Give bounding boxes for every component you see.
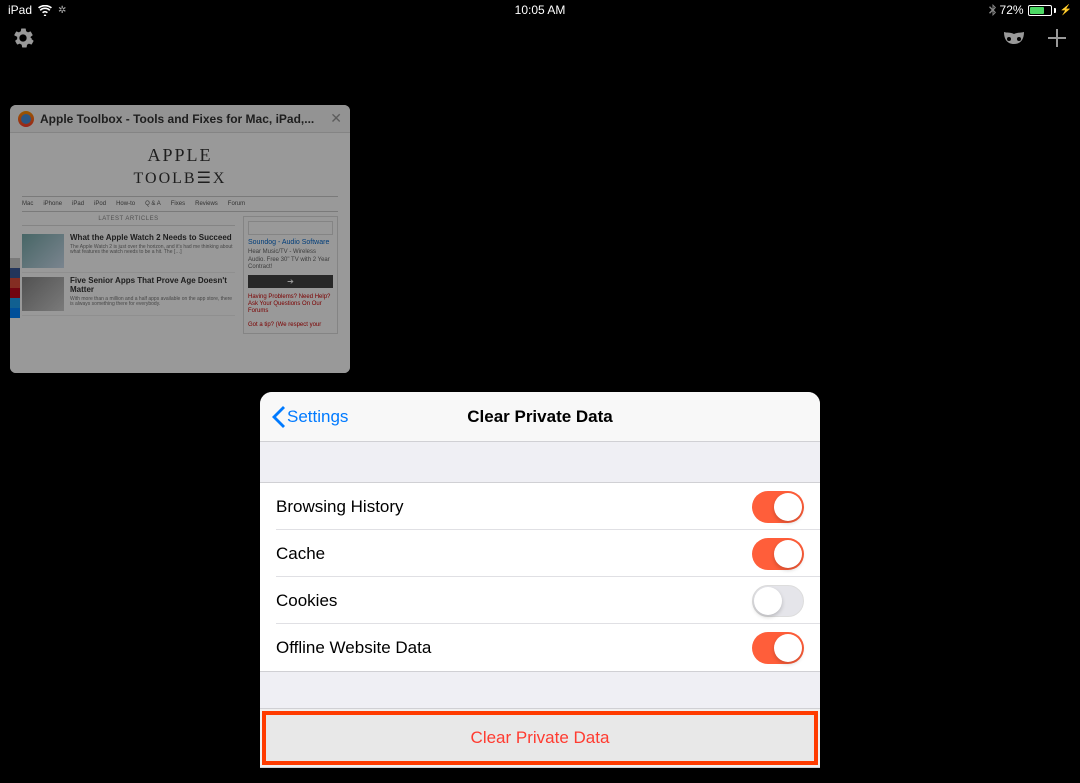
modal-title: Clear Private Data — [467, 407, 613, 427]
back-label: Settings — [287, 407, 348, 427]
nav-item: iPad — [72, 201, 84, 207]
status-time: 10:05 AM — [515, 3, 566, 17]
article-thumb — [22, 234, 64, 268]
toggle-cache[interactable] — [752, 538, 804, 570]
nav-item: Forum — [228, 201, 245, 207]
firefox-favicon — [18, 111, 34, 127]
article-desc: The Apple Watch 2 is just over the horiz… — [70, 245, 235, 256]
nav-item: iPhone — [43, 201, 62, 207]
nav-item: Mac — [22, 201, 33, 207]
tab-thumbnail[interactable]: Apple Toolbox - Tools and Fixes for Mac,… — [10, 105, 350, 373]
charging-icon: ⚡ — [1060, 5, 1072, 16]
options-list: Browsing History Cache Cookies Offline W… — [260, 482, 820, 672]
device-label: iPad — [8, 3, 32, 17]
row-label: Cache — [276, 544, 325, 564]
loading-icon: ✲ — [58, 5, 66, 16]
toggle-cookies[interactable] — [752, 585, 804, 617]
preview-article: What the Apple Watch 2 Needs to Succeed … — [22, 230, 235, 273]
ad-text: Hear Music/TV - Wireless Audio. Free 30"… — [248, 249, 333, 271]
action-section: Clear Private Data — [260, 708, 820, 768]
tab-header: Apple Toolbox - Tools and Fixes for Mac,… — [10, 105, 350, 133]
row-label: Browsing History — [276, 497, 404, 517]
article-title: Five Senior Apps That Prove Age Doesn't … — [70, 277, 235, 295]
social-strip — [10, 258, 20, 318]
row-cookies: Cookies — [260, 577, 820, 624]
preview-article: Five Senior Apps That Prove Age Doesn't … — [22, 273, 235, 316]
battery-icon — [1028, 5, 1056, 16]
close-icon[interactable]: ✕ — [330, 110, 342, 127]
plus-icon[interactable] — [1046, 27, 1068, 54]
article-title: What the Apple Watch 2 Needs to Succeed — [70, 234, 235, 243]
back-button[interactable]: Settings — [272, 406, 348, 428]
toggle-offline-data[interactable] — [752, 632, 804, 664]
ad-title: Soundog - Audio Software — [248, 239, 333, 247]
nav-item: Reviews — [195, 201, 218, 207]
preview-logo: APPLE — [22, 145, 338, 166]
clear-private-data-button[interactable]: Clear Private Data — [266, 715, 814, 761]
clear-data-modal: Settings Clear Private Data Browsing His… — [260, 392, 820, 768]
browser-toolbar — [0, 20, 1080, 60]
help-text: Having Problems? Need Help? Ask Your Que… — [248, 294, 333, 316]
tab-title: Apple Toolbox - Tools and Fixes for Mac,… — [40, 112, 324, 126]
article-desc: With more than a million and a half apps… — [70, 297, 235, 308]
preview-sidebar: Soundog - Audio Software Hear Music/TV -… — [243, 216, 338, 334]
row-browsing-history: Browsing History — [260, 483, 820, 530]
wifi-icon — [38, 5, 52, 16]
toggle-browsing-history[interactable] — [752, 491, 804, 523]
preview-nav: Mac iPhone iPad iPod How-to Q & A Fixes … — [22, 196, 338, 212]
preview-logo-sub: TOOLB☰X — [22, 168, 338, 188]
modal-header: Settings Clear Private Data — [260, 392, 820, 442]
article-thumb — [22, 277, 64, 311]
nav-item: iPod — [94, 201, 106, 207]
row-cache: Cache — [260, 530, 820, 577]
status-left: iPad ✲ — [8, 3, 66, 17]
tab-preview: APPLE TOOLB☰X Mac iPhone iPad iPod How-t… — [10, 133, 350, 373]
mask-icon[interactable] — [1002, 30, 1026, 51]
row-label: Cookies — [276, 591, 337, 611]
nav-item: Fixes — [171, 201, 185, 207]
ad-button: ➔ — [248, 275, 333, 288]
gear-icon[interactable] — [12, 27, 34, 54]
nav-item: Q & A — [145, 201, 161, 207]
action-highlight: Clear Private Data — [262, 711, 818, 765]
status-right: 72% ⚡ — [989, 3, 1072, 17]
row-offline-data: Offline Website Data — [260, 624, 820, 671]
help-text2: Got a tip? (We respect your — [248, 322, 333, 329]
section-label: LATEST ARTICLES — [22, 216, 235, 226]
row-label: Offline Website Data — [276, 638, 431, 658]
status-bar: iPad ✲ 10:05 AM 72% ⚡ — [0, 0, 1080, 20]
nav-item: How-to — [116, 201, 135, 207]
bluetooth-icon — [989, 4, 996, 16]
battery-percent: 72% — [1000, 3, 1024, 17]
